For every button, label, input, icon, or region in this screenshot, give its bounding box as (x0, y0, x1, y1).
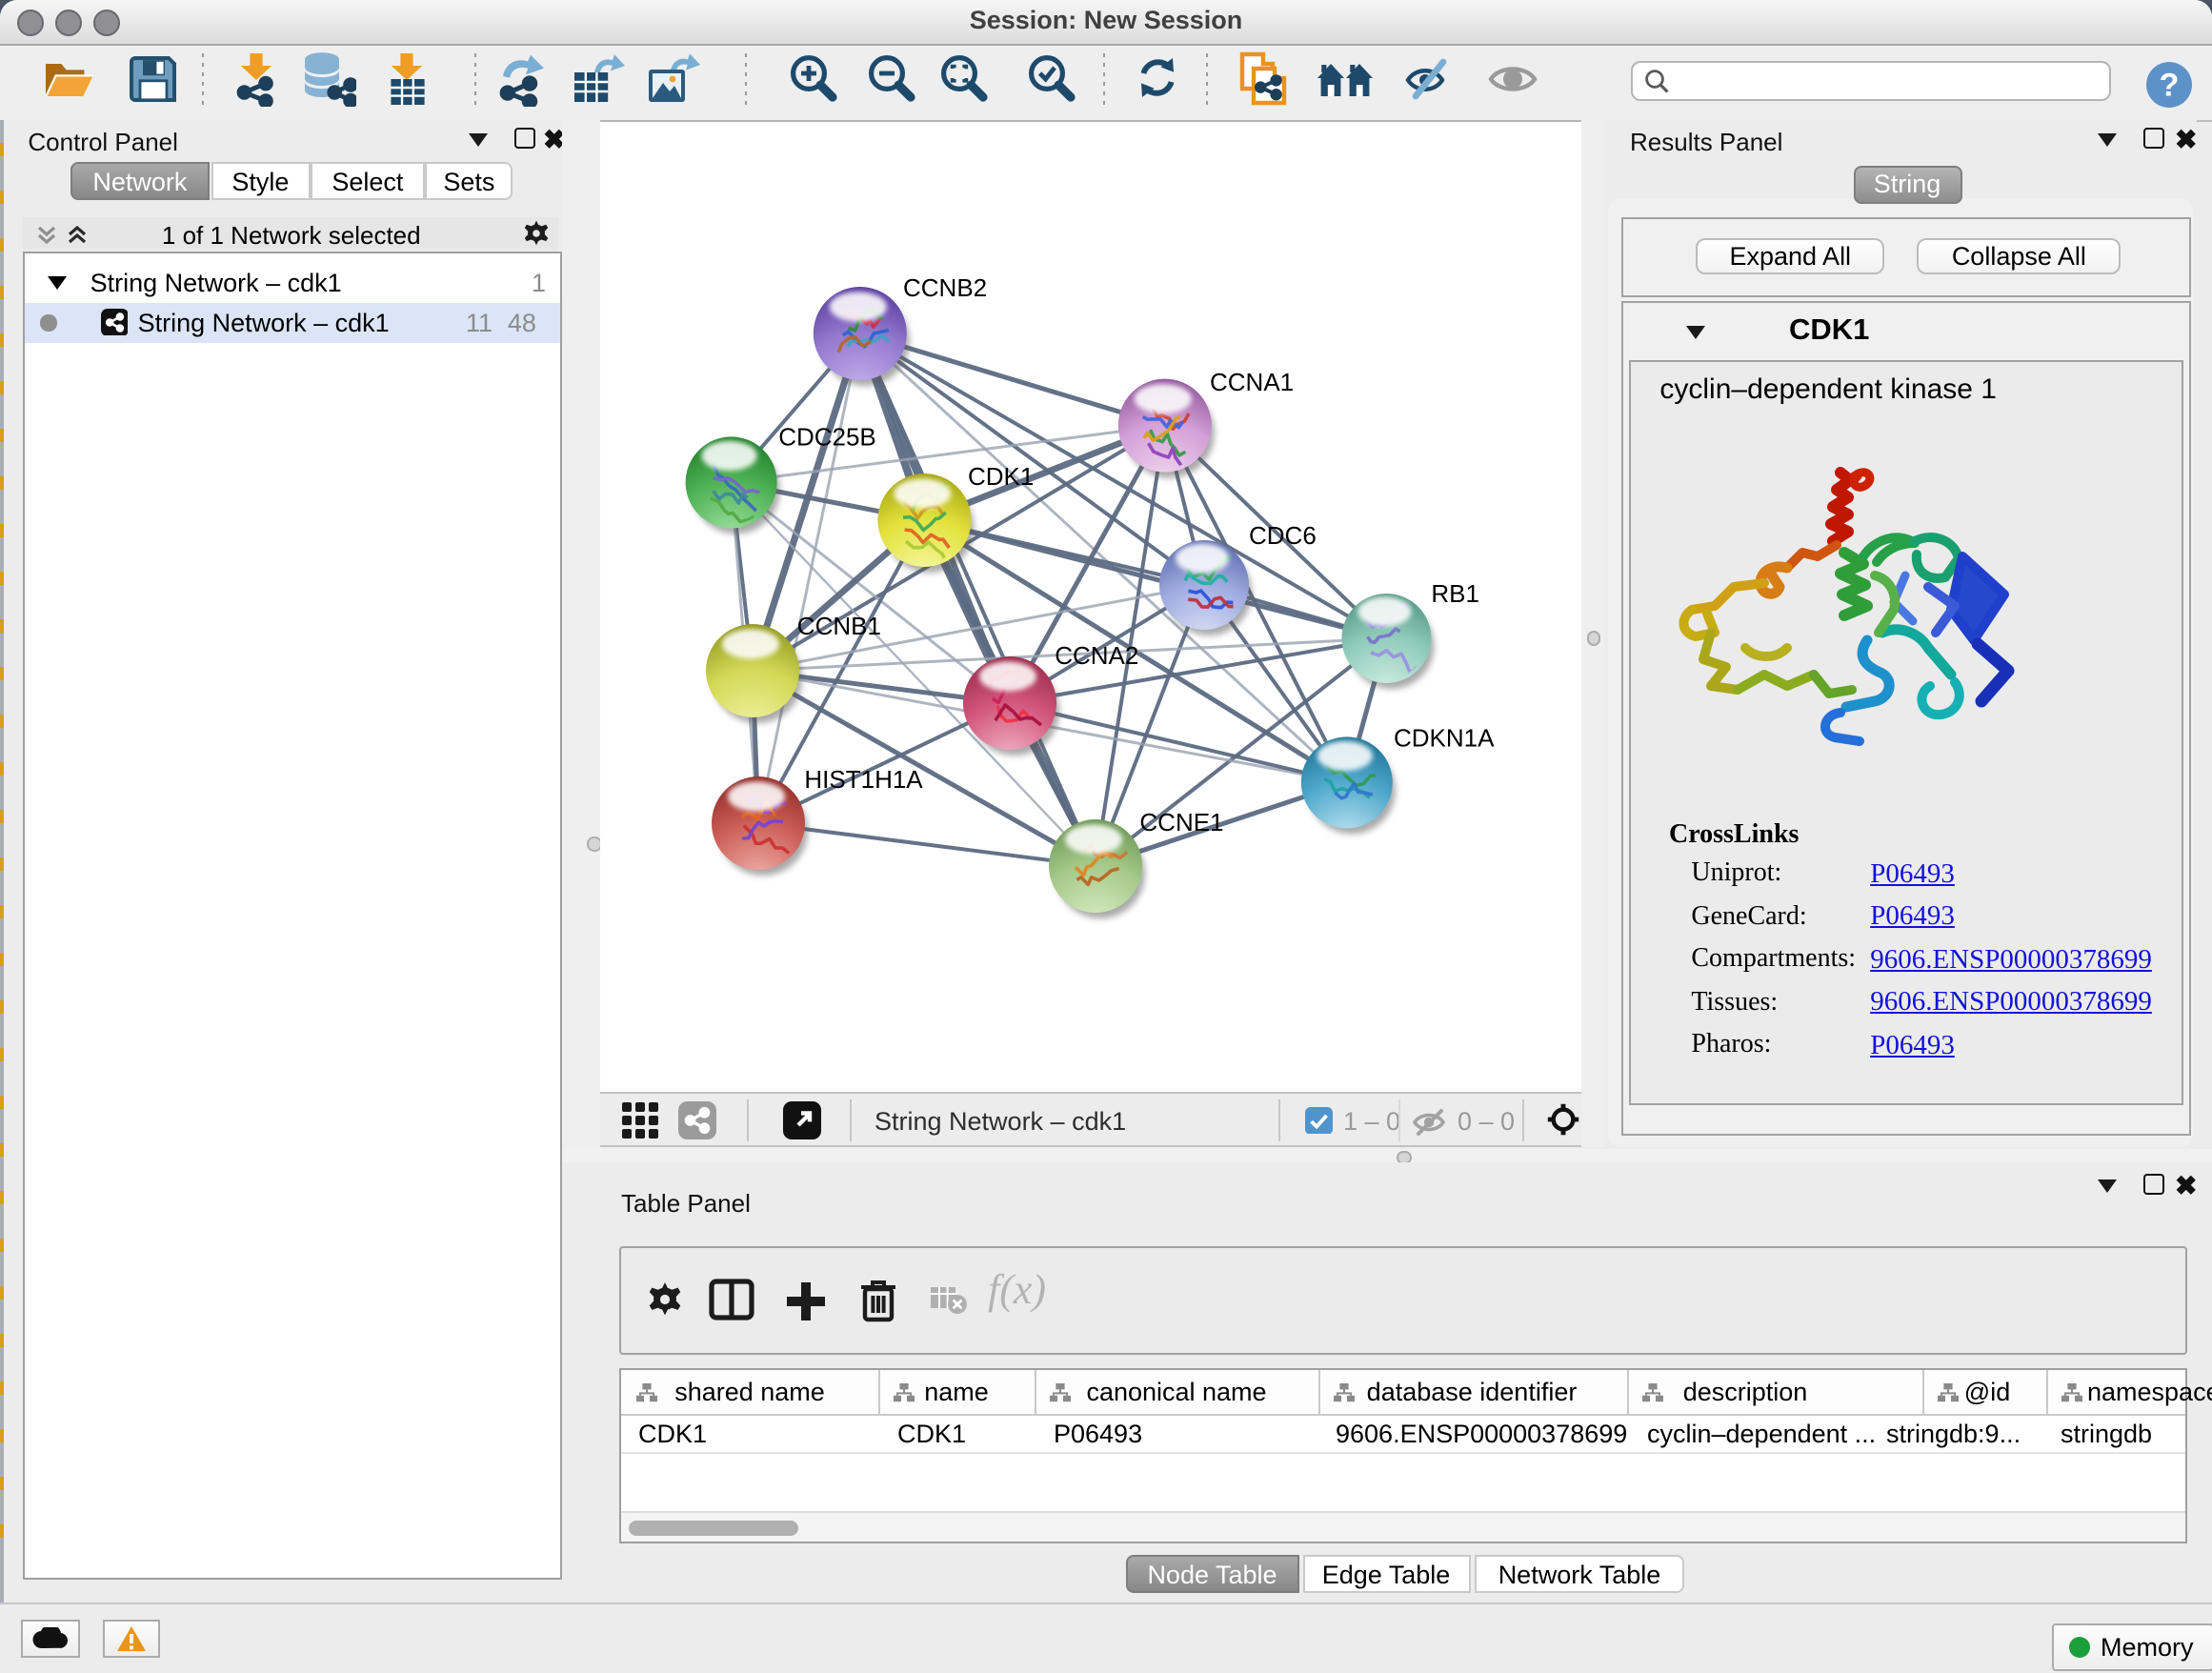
svg-text:CCNE1: CCNE1 (1139, 808, 1223, 836)
svg-text:CCNA1: CCNA1 (1210, 368, 1294, 396)
svg-text:CDC25B: CDC25B (778, 423, 876, 452)
svg-text:CDK1: CDK1 (968, 462, 1034, 491)
svg-text:RB1: RB1 (1431, 579, 1479, 608)
svg-text:HIST1H1A: HIST1H1A (804, 765, 923, 794)
svg-text:CCNB2: CCNB2 (903, 273, 987, 302)
svg-text:CDKN1A: CDKN1A (1394, 724, 1495, 753)
svg-text:CDC6: CDC6 (1249, 521, 1317, 550)
svg-text:CCNB1: CCNB1 (797, 612, 881, 640)
svg-text:?: ? (2160, 68, 2180, 104)
svg-text:CCNA2: CCNA2 (1055, 641, 1138, 670)
